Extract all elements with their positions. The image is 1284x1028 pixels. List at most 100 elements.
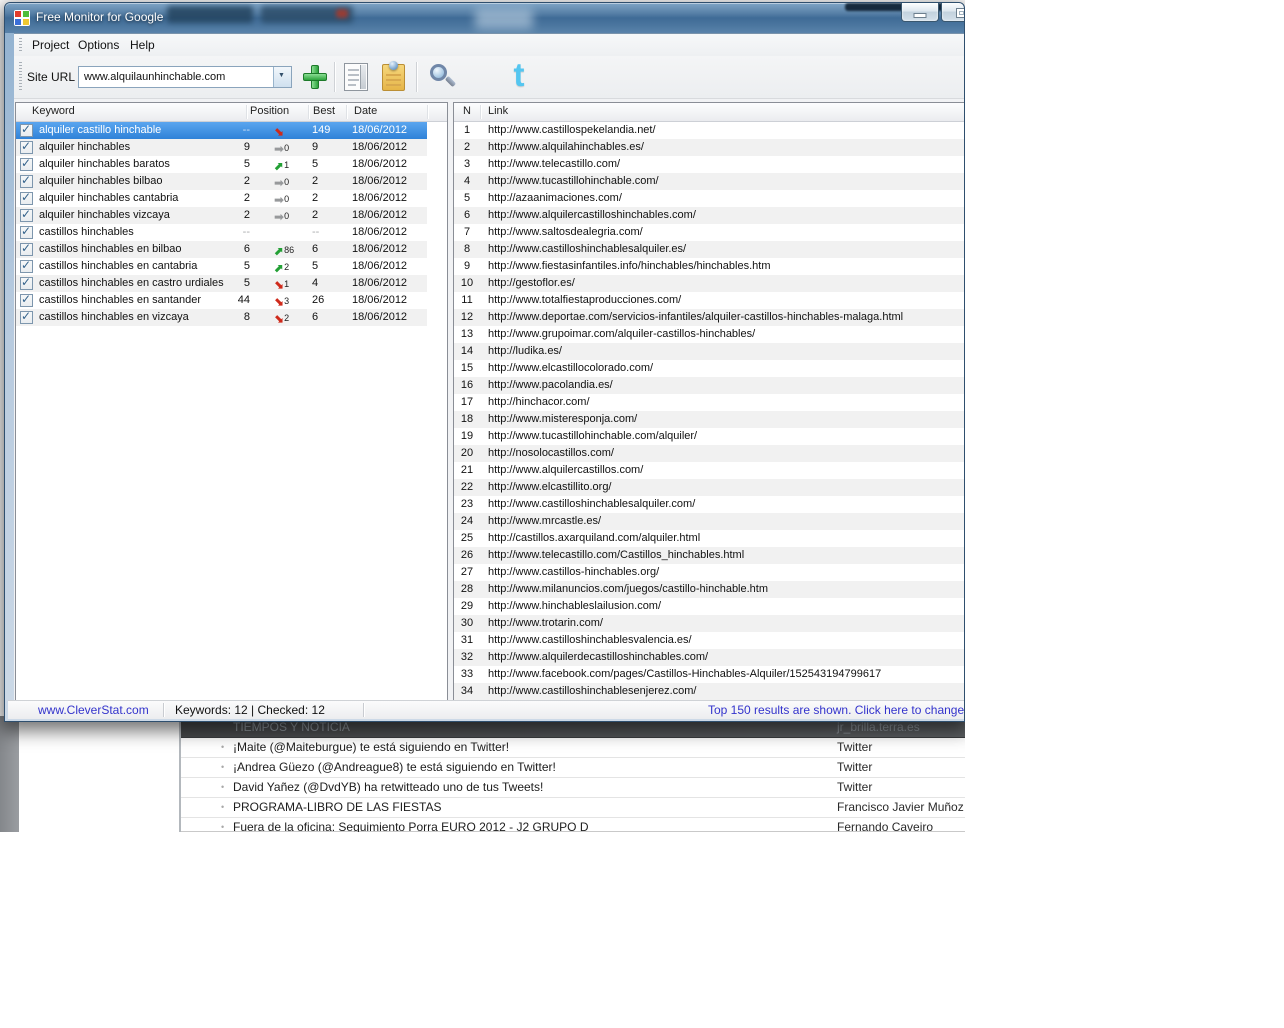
column-header-n[interactable]: N [463,105,471,117]
links-header: N Link [454,103,964,122]
twitter-icon[interactable]: t [502,58,536,94]
keyword-checkbox[interactable]: ✓ [20,241,33,256]
mail-subject[interactable]: ¡Andrea Güezo (@Andreague8) te está sigu… [233,760,556,774]
link-row[interactable]: 14 http://ludika.es/ [454,343,964,360]
keyword-checkbox[interactable]: ✓ [20,224,33,239]
keyword-row[interactable]: ✓ alquiler hinchables bilbao 2 ➡0 2 18/0… [16,173,427,190]
link-row[interactable]: 31 http://www.castilloshinchablesvalenci… [454,632,964,649]
trend-delta: 2 [284,313,290,323]
link-row[interactable]: 2 http://www.alquilahinchables.es/ [454,139,964,156]
maximize-button[interactable] [941,3,964,22]
link-row[interactable]: 28 http://www.milanuncios.com/juegos/cas… [454,581,964,598]
link-row[interactable]: 7 http://www.saltosdealegria.com/ [454,224,964,241]
link-row[interactable]: 5 http://azaanimaciones.com/ [454,190,964,207]
mail-subject[interactable]: Fuera de la oficina: Seguimiento Porra E… [233,820,589,832]
menu-help[interactable]: Help [124,37,161,53]
keyword-row[interactable]: ✓ castillos hinchables en vizcaya 8 ➡2 6… [16,309,427,328]
link-row[interactable]: 3 http://www.telecastillo.com/ [454,156,964,173]
keyword-row[interactable]: ✓ alquiler hinchables vizcaya 2 ➡0 2 18/… [16,207,427,224]
mail-subject[interactable]: David Yañez (@DvdYB) ha retwitteado uno … [233,780,543,794]
keyword-row[interactable]: ✓ castillos hinchables -- ➡ -- 18/06/201… [16,224,427,241]
keyword-checkbox[interactable]: ✓ [20,173,33,188]
link-row[interactable]: 29 http://www.hinchableslailusion.com/ [454,598,964,615]
link-row[interactable]: 21 http://www.alquilercastillos.com/ [454,462,964,479]
results-notice-link[interactable]: Top 150 results are shown. Click here to… [708,703,964,717]
background-mail-row[interactable]: • ¡Maite (@Maiteburgue) te está siguiend… [181,738,965,758]
keyword-row[interactable]: ✓ castillos hinchables en castro urdiale… [16,275,427,294]
link-row[interactable]: 9 http://www.fiestasinfantiles.info/hinc… [454,258,964,275]
links-panel: N Link 1 http://www.castillospekelandia.… [453,102,964,703]
column-header-keyword[interactable]: Keyword [32,105,75,117]
link-row[interactable]: 15 http://www.elcastillocolorado.com/ [454,360,964,377]
link-row[interactable]: 23 http://www.castilloshinchablesalquile… [454,496,964,513]
link-row[interactable]: 33 http://www.facebook.com/pages/Castill… [454,666,964,683]
keyword-checkbox[interactable]: ✓ [20,156,33,171]
link-row[interactable]: 12 http://www.deportae.com/servicios-inf… [454,309,964,326]
keyword-checkbox[interactable]: ✓ [20,292,33,307]
background-mail-row[interactable]: • ¡Andrea Güezo (@Andreague8) te está si… [181,758,965,778]
keyword-row[interactable]: ✓ alquiler hinchables baratos 5 ➡1 5 18/… [16,156,427,175]
link-row[interactable]: 22 http://www.elcastillito.org/ [454,479,964,496]
link-row[interactable]: 16 http://www.pacolandia.es/ [454,377,964,394]
link-row[interactable]: 30 http://www.trotarin.com/ [454,615,964,632]
menu-project[interactable]: Project [26,37,75,53]
date-value: 18/06/2012 [352,243,408,255]
background-mail-row[interactable]: • David Yañez (@DvdYB) ha retwitteado un… [181,778,965,798]
site-url-combobox[interactable]: www.alquilaunhinchable.com [78,66,292,88]
link-row[interactable]: 10 http://gestoflor.es/ [454,275,964,292]
column-header-link[interactable]: Link [488,105,508,117]
toolbar-grip[interactable] [19,62,22,92]
link-row[interactable]: 34 http://www.castilloshinchablesenjerez… [454,683,964,700]
check-icon: ✓ [21,207,32,221]
keyword-label: castillos hinchables [39,226,134,238]
mail-subject[interactable]: ¡Maite (@Maiteburgue) te está siguiendo … [233,740,509,754]
link-row[interactable]: 19 http://www.tucastillohinchable.com/al… [454,428,964,445]
link-row[interactable]: 18 http://www.misteresponja.com/ [454,411,964,428]
titlebar[interactable]: Free Monitor for Google [5,3,964,33]
link-row[interactable]: 13 http://www.grupoimar.com/alquiler-cas… [454,326,964,343]
link-row[interactable]: 26 http://www.telecastillo.com/Castillos… [454,547,964,564]
link-row[interactable]: 24 http://www.mrcastle.es/ [454,513,964,530]
column-header-position[interactable]: Position [250,105,289,117]
add-keyword-button[interactable] [302,64,328,90]
keyword-checkbox[interactable]: ✓ [20,275,33,290]
keyword-row[interactable]: ✓ castillos hinchables en cantabria 5 ➡2… [16,258,427,277]
keyword-checkbox[interactable]: ✓ [20,122,33,137]
check-positions-button[interactable] [428,62,458,92]
link-row[interactable]: 8 http://www.castilloshinchablesalquiler… [454,241,964,258]
link-row[interactable]: 6 http://www.alquilercastilloshinchables… [454,207,964,224]
keyword-checkbox[interactable]: ✓ [20,139,33,154]
column-header-date[interactable]: Date [354,105,377,117]
report-button[interactable] [344,63,368,91]
position-value: 5 [243,158,250,170]
link-row[interactable]: 27 http://www.castillos-hinchables.org/ [454,564,964,581]
minimize-button[interactable] [901,3,939,22]
keyword-row[interactable]: ✓ alquiler hinchables cantabria 2 ➡0 2 1… [16,190,427,207]
trend-delta: 3 [284,296,290,306]
background-mail-row[interactable]: • PROGRAMA-LIBRO DE LAS FIESTAS Francisc… [181,798,965,818]
menu-grip[interactable] [19,38,22,52]
menu-options[interactable]: Options [72,37,125,53]
keyword-row[interactable]: ✓ castillos hinchables en bilbao 6 ➡86 6… [16,241,427,260]
column-header-best[interactable]: Best [313,105,335,117]
keyword-row[interactable]: ✓ castillos hinchables en santander 44 ➡… [16,292,427,311]
keyword-row[interactable]: ✓ alquiler castillo hinchable -- ➡ 149 1… [16,122,427,141]
cleverstat-link[interactable]: www.CleverStat.com [38,703,149,717]
combo-dropdown-button[interactable] [273,67,291,87]
notes-button[interactable] [382,61,405,91]
background-mail-row[interactable]: • Fuera de la oficina: Seguimiento Porra… [181,818,965,832]
keyword-checkbox[interactable]: ✓ [20,309,33,324]
link-row[interactable]: 1 http://www.castillospekelandia.net/ [454,122,964,139]
link-row[interactable]: 25 http://castillos.axarquiland.com/alqu… [454,530,964,547]
keyword-row[interactable]: ✓ alquiler hinchables 9 ➡0 9 18/06/2012 [16,139,427,156]
keyword-checkbox[interactable]: ✓ [20,190,33,205]
mail-subject[interactable]: PROGRAMA-LIBRO DE LAS FIESTAS [233,800,442,814]
link-row[interactable]: 11 http://www.totalfiestaproducciones.co… [454,292,964,309]
link-row[interactable]: 17 http://hinchacor.com/ [454,394,964,411]
keyword-checkbox[interactable]: ✓ [20,258,33,273]
keyword-checkbox[interactable]: ✓ [20,207,33,222]
link-row[interactable]: 4 http://www.tucastillohinchable.com/ [454,173,964,190]
mail-subject[interactable]: TIEMPOS Y NOTICIA [233,720,350,734]
link-row[interactable]: 32 http://www.alquilerdecastilloshinchab… [454,649,964,666]
link-row[interactable]: 20 http://nosolocastillos.com/ [454,445,964,462]
